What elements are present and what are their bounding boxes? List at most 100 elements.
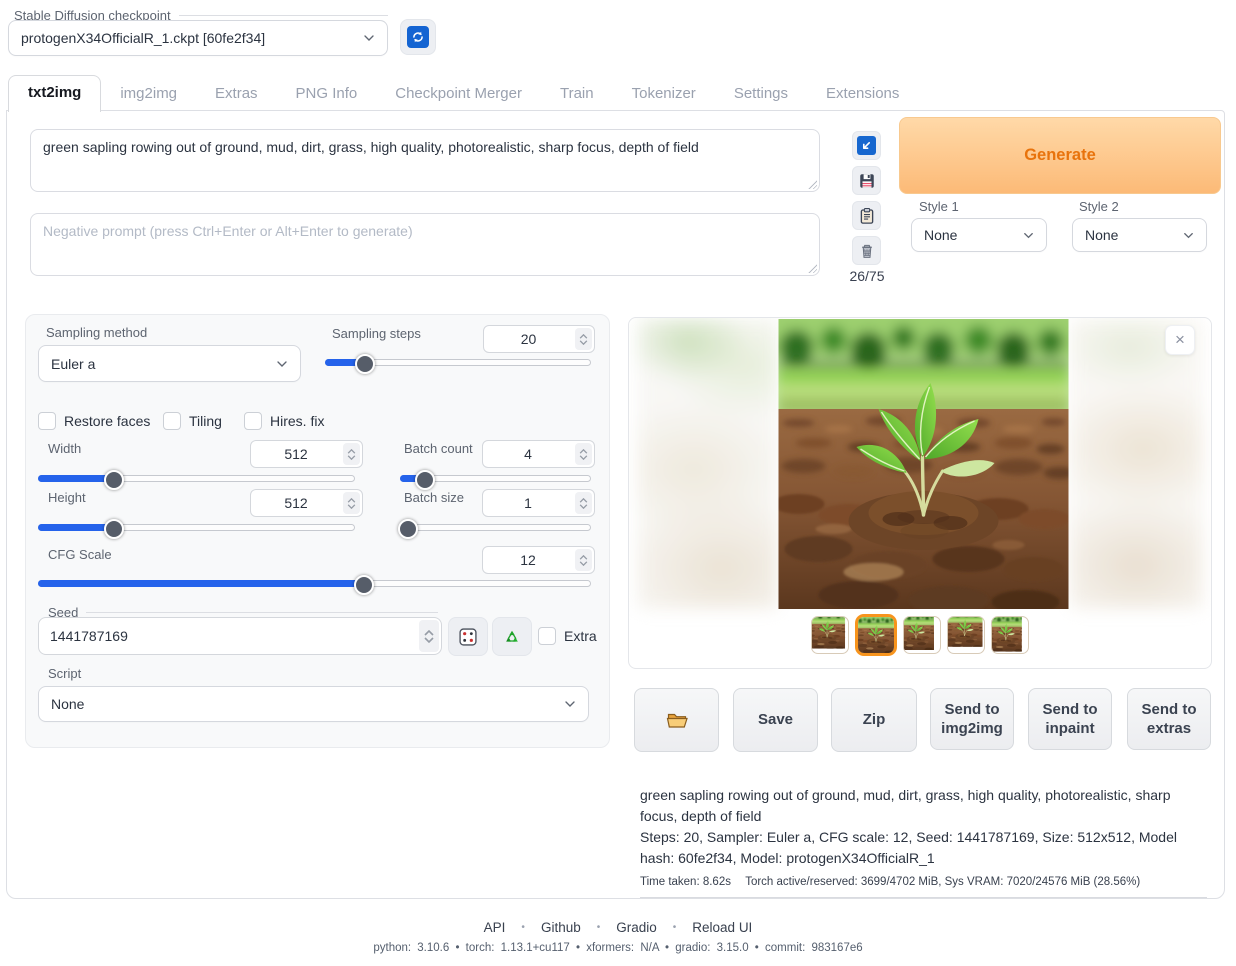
time-taken: Time taken: 8.62s xyxy=(640,876,731,888)
footer-link-gradio[interactable]: Gradio xyxy=(616,920,657,935)
width-input[interactable]: 512 xyxy=(250,440,363,468)
performance-stats: Time taken: 8.62s Torch active/reserved:… xyxy=(640,876,1207,888)
bullet-separator: • xyxy=(597,922,601,933)
zip-button[interactable]: Zip xyxy=(831,688,917,752)
chevron-down-icon xyxy=(274,356,290,372)
sampling-method-select[interactable]: Euler a xyxy=(38,345,301,382)
checkbox-icon[interactable] xyxy=(244,412,262,430)
checkbox-icon[interactable] xyxy=(538,627,556,645)
batch-size-input[interactable]: 1 xyxy=(482,489,595,517)
spinner-icon[interactable] xyxy=(575,492,592,514)
batch-count-slider[interactable] xyxy=(400,469,591,486)
spinner-icon[interactable] xyxy=(575,549,592,571)
slider-knob[interactable] xyxy=(104,519,124,539)
refresh-checkpoint-button[interactable] xyxy=(400,19,436,55)
batch-size-slider[interactable] xyxy=(400,518,591,535)
tab-img2img[interactable]: img2img xyxy=(101,77,196,111)
tab-extensions[interactable]: Extensions xyxy=(807,77,918,111)
slider-knob[interactable] xyxy=(354,575,374,595)
tab-png-info[interactable]: PNG Info xyxy=(277,77,377,111)
clear-prompt-button[interactable] xyxy=(852,236,881,265)
prompt-input[interactable]: green sapling rowing out of ground, mud,… xyxy=(30,129,820,192)
tab-bar: txt2img img2img Extras PNG Info Checkpoi… xyxy=(8,77,918,111)
batch-count-label: Batch count xyxy=(404,441,473,456)
close-gallery-button[interactable]: × xyxy=(1165,325,1195,355)
random-seed-button[interactable] xyxy=(448,617,488,656)
send-to-extras-button[interactable]: Send to extras xyxy=(1127,688,1211,750)
negative-prompt-box xyxy=(30,213,820,276)
tab-txt2img[interactable]: txt2img xyxy=(8,75,101,112)
width-slider[interactable] xyxy=(38,469,355,486)
dice-icon xyxy=(458,627,478,647)
height-input[interactable]: 512 xyxy=(250,489,363,517)
tab-tokenizer[interactable]: Tokenizer xyxy=(613,77,715,111)
send-to-inpaint-button[interactable]: Send to inpaint xyxy=(1028,688,1112,750)
slider-knob[interactable] xyxy=(355,354,375,374)
seed-input[interactable]: 1441787169 xyxy=(38,617,442,655)
refresh-icon xyxy=(407,26,429,48)
gallery-thumbnail[interactable] xyxy=(855,614,897,656)
reuse-seed-button[interactable] xyxy=(492,617,532,656)
version-info: python: 3.10.6 • torch: 1.13.1+cu117 • x… xyxy=(0,942,1236,954)
send-to-img2img-button[interactable]: Send to img2img xyxy=(930,688,1014,750)
slider-knob[interactable] xyxy=(398,519,418,539)
gallery-thumbnail[interactable] xyxy=(947,616,985,654)
spinner-icon[interactable] xyxy=(419,620,439,652)
slider-knob[interactable] xyxy=(415,470,435,490)
restore-faces-checkbox[interactable]: Restore faces xyxy=(38,412,150,430)
gallery-thumbnail[interactable] xyxy=(903,616,941,654)
generation-info-prompt: green sapling rowing out of ground, mud,… xyxy=(640,785,1207,827)
tiling-checkbox[interactable]: Tiling xyxy=(163,412,222,430)
checkpoint-dropdown[interactable]: protogenX34OfficialR_1.ckpt [60fe2f34] xyxy=(8,20,388,56)
checkbox-icon[interactable] xyxy=(38,412,56,430)
gallery-thumbnail[interactable] xyxy=(991,616,1029,654)
style2-select[interactable]: None xyxy=(1072,218,1207,252)
negative-prompt-input[interactable] xyxy=(30,213,820,276)
save-style-button[interactable] xyxy=(852,166,881,195)
footer-link-api[interactable]: API xyxy=(484,920,506,935)
apply-style-button[interactable] xyxy=(852,201,881,230)
batch-size-label: Batch size xyxy=(404,490,464,505)
style1-label: Style 1 xyxy=(919,199,959,214)
generate-button[interactable]: Generate xyxy=(899,117,1221,194)
checkbox-icon[interactable] xyxy=(163,412,181,430)
tab-checkpoint-merger[interactable]: Checkpoint Merger xyxy=(376,77,541,111)
spinner-icon[interactable] xyxy=(343,492,360,514)
gallery-thumbnail[interactable] xyxy=(811,616,849,654)
token-counter: 26/75 xyxy=(847,268,887,284)
clipboard-icon xyxy=(858,207,876,225)
generated-image[interactable] xyxy=(778,319,1069,609)
stable-diffusion-webui: Stable Diffusion checkpoint protogenX34O… xyxy=(0,0,1236,966)
sampling-steps-slider[interactable] xyxy=(325,353,591,370)
spinner-icon[interactable] xyxy=(575,328,592,350)
footer-link-github[interactable]: Github xyxy=(541,920,581,935)
footer-links: API • Github • Gradio • Reload UI xyxy=(0,920,1236,935)
batch-count-input[interactable]: 4 xyxy=(482,440,595,468)
style1-select[interactable]: None xyxy=(911,218,1047,252)
tab-extras[interactable]: Extras xyxy=(196,77,277,111)
prompt-box: green sapling rowing out of ground, mud,… xyxy=(30,129,820,192)
sampling-steps-input[interactable]: 20 xyxy=(483,325,595,353)
script-label: Script xyxy=(48,666,81,681)
cfg-scale-slider[interactable] xyxy=(38,574,591,591)
tab-train[interactable]: Train xyxy=(541,77,613,111)
recycle-icon xyxy=(502,627,522,647)
extra-seed-checkbox[interactable]: Extra xyxy=(538,627,597,645)
chevron-down-icon xyxy=(1181,228,1196,243)
cfg-scale-label: CFG Scale xyxy=(48,547,112,562)
floppy-disk-icon xyxy=(858,172,876,190)
style2-label: Style 2 xyxy=(1079,199,1119,214)
cfg-scale-input[interactable]: 12 xyxy=(482,546,595,574)
height-slider[interactable] xyxy=(38,518,355,535)
hires-fix-checkbox[interactable]: Hires. fix xyxy=(244,412,324,430)
open-folder-button[interactable] xyxy=(634,688,719,752)
read-params-button[interactable] xyxy=(852,131,881,160)
footer-link-reload-ui[interactable]: Reload UI xyxy=(692,920,752,935)
tab-settings[interactable]: Settings xyxy=(715,77,807,111)
save-button[interactable]: Save xyxy=(733,688,818,752)
bullet-separator: • xyxy=(673,922,677,933)
spinner-icon[interactable] xyxy=(343,443,360,465)
script-select[interactable]: None xyxy=(38,686,589,722)
spinner-icon[interactable] xyxy=(575,443,592,465)
slider-knob[interactable] xyxy=(104,470,124,490)
